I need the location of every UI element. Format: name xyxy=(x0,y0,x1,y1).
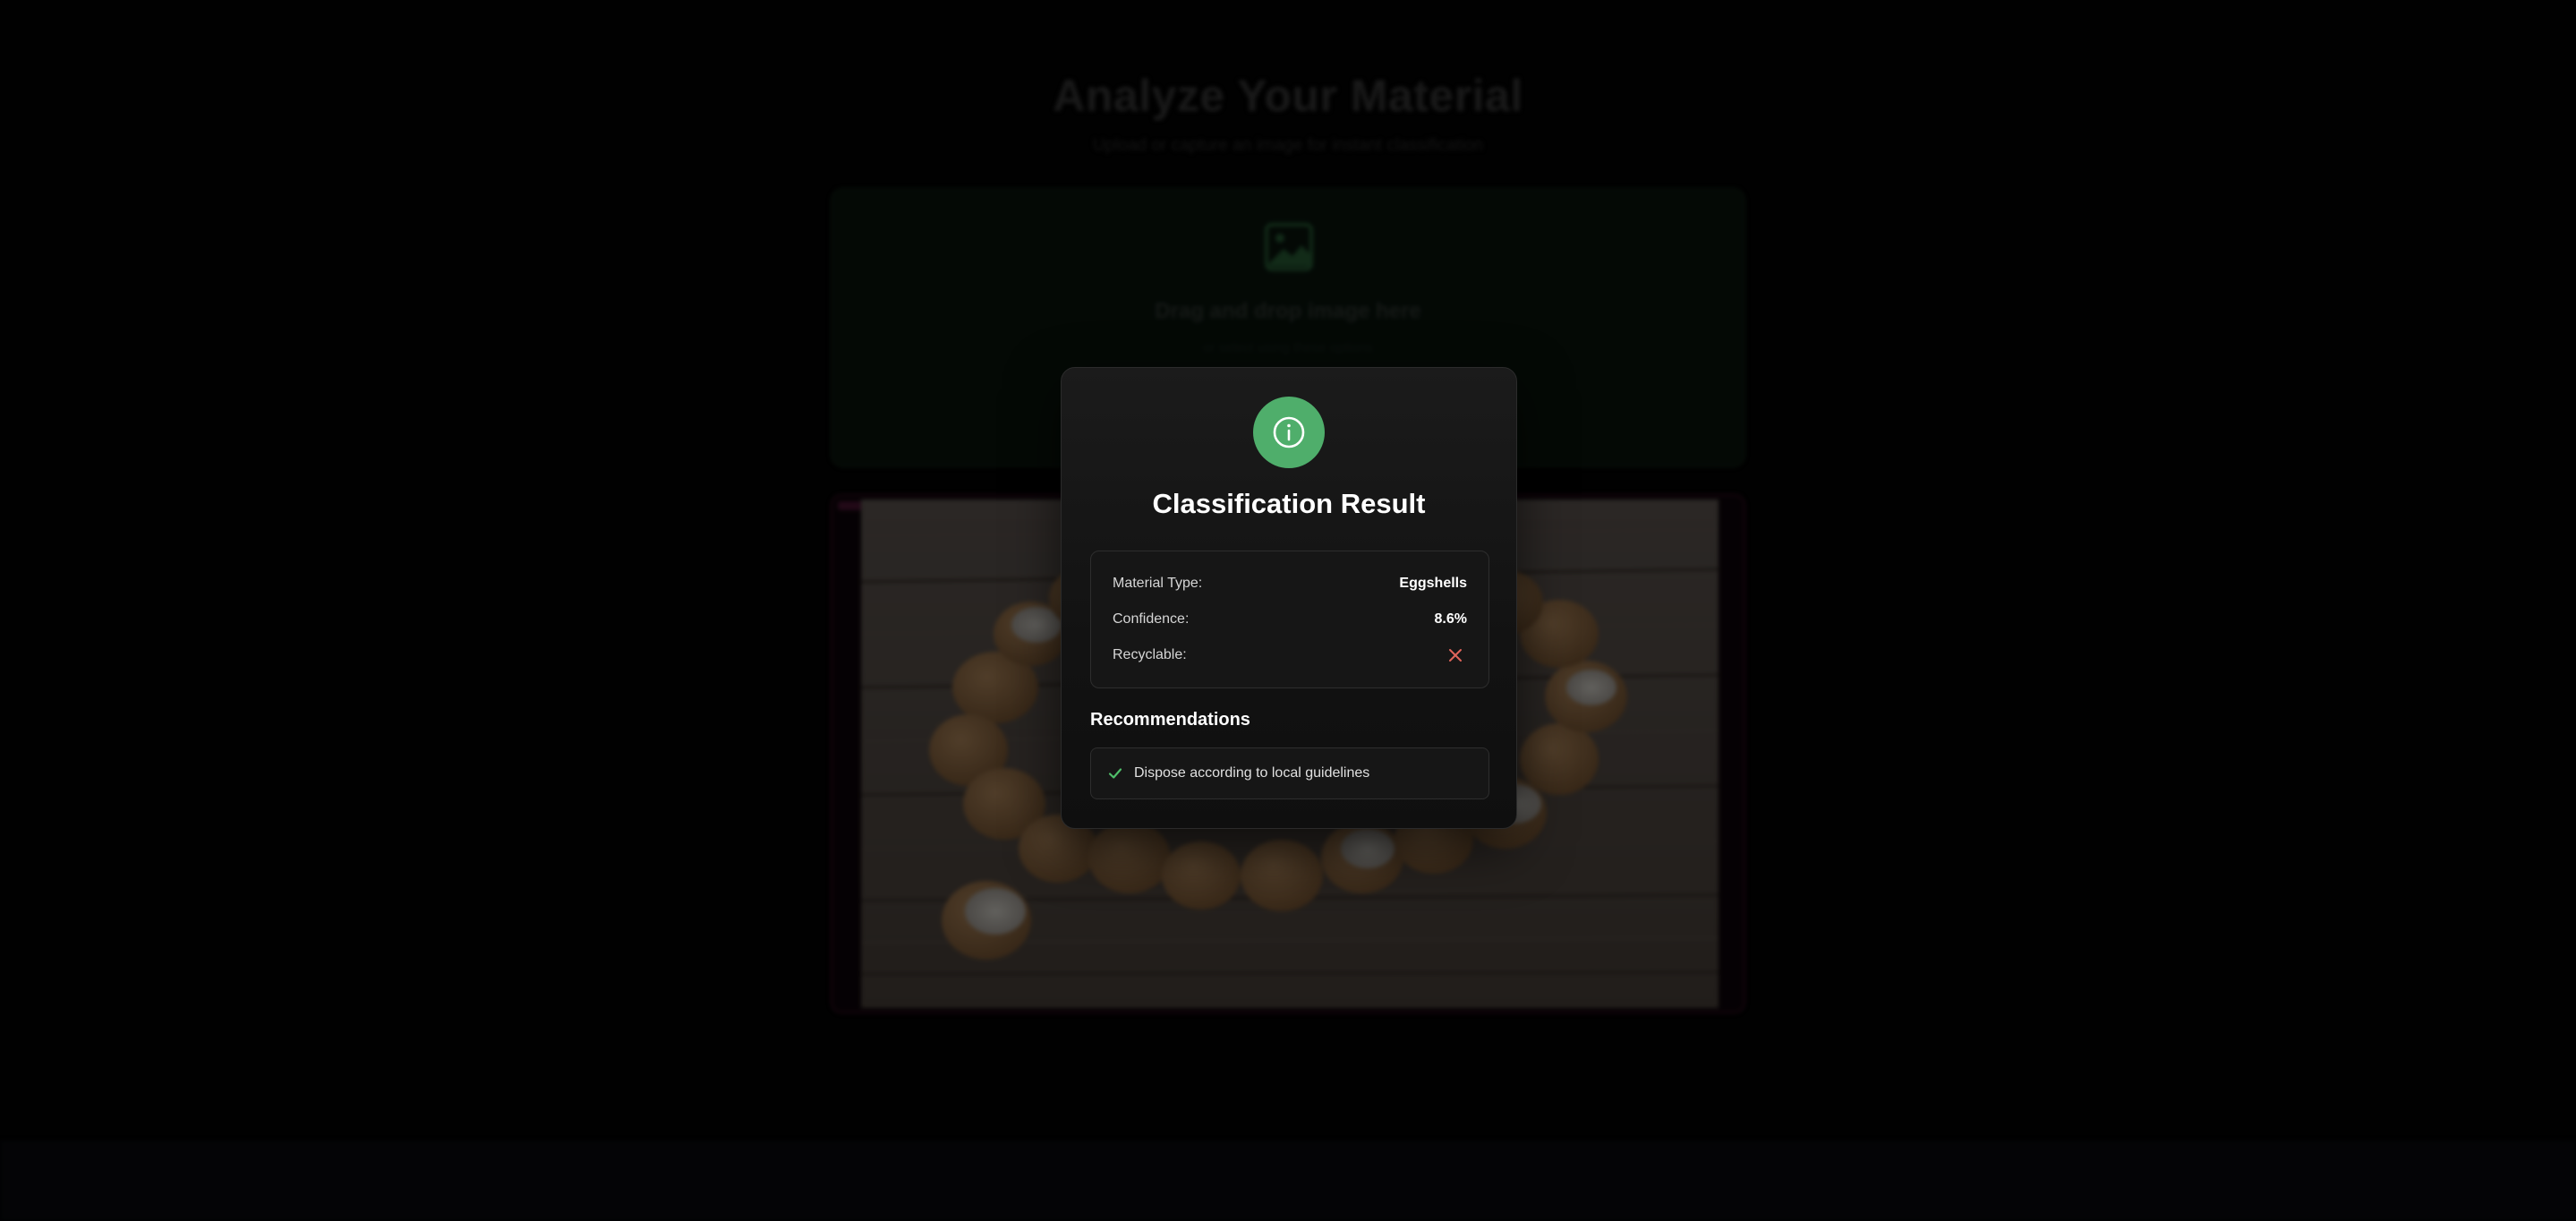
detail-row-material-type: Material Type: Eggshells xyxy=(1113,573,1467,594)
recommendations-title: Recommendations xyxy=(1090,710,1250,730)
info-icon xyxy=(1273,416,1305,448)
classification-details: Material Type: Eggshells Confidence: 8.6… xyxy=(1090,551,1489,688)
classification-result-modal: Classification Result Material Type: Egg… xyxy=(1061,367,1517,829)
modal-title: Classification Result xyxy=(1152,488,1426,519)
detail-label: Confidence: xyxy=(1113,611,1190,627)
detail-label: Recyclable: xyxy=(1113,647,1187,662)
detail-row-confidence: Confidence: 8.6% xyxy=(1113,609,1467,630)
detail-label: Material Type: xyxy=(1113,576,1203,591)
recommendation-item: Dispose according to local guidelines xyxy=(1090,747,1489,799)
app-page: Analyze Your Material Upload or capture … xyxy=(0,0,2576,1221)
detail-row-recyclable: Recyclable: xyxy=(1113,645,1467,666)
recommendation-text: Dispose according to local guidelines xyxy=(1134,765,1370,781)
material-type-value: Eggshells xyxy=(1399,576,1467,591)
confidence-value: 8.6% xyxy=(1434,611,1467,627)
check-icon xyxy=(1108,768,1122,779)
info-icon-badge xyxy=(1253,397,1325,468)
x-icon xyxy=(1449,649,1462,662)
